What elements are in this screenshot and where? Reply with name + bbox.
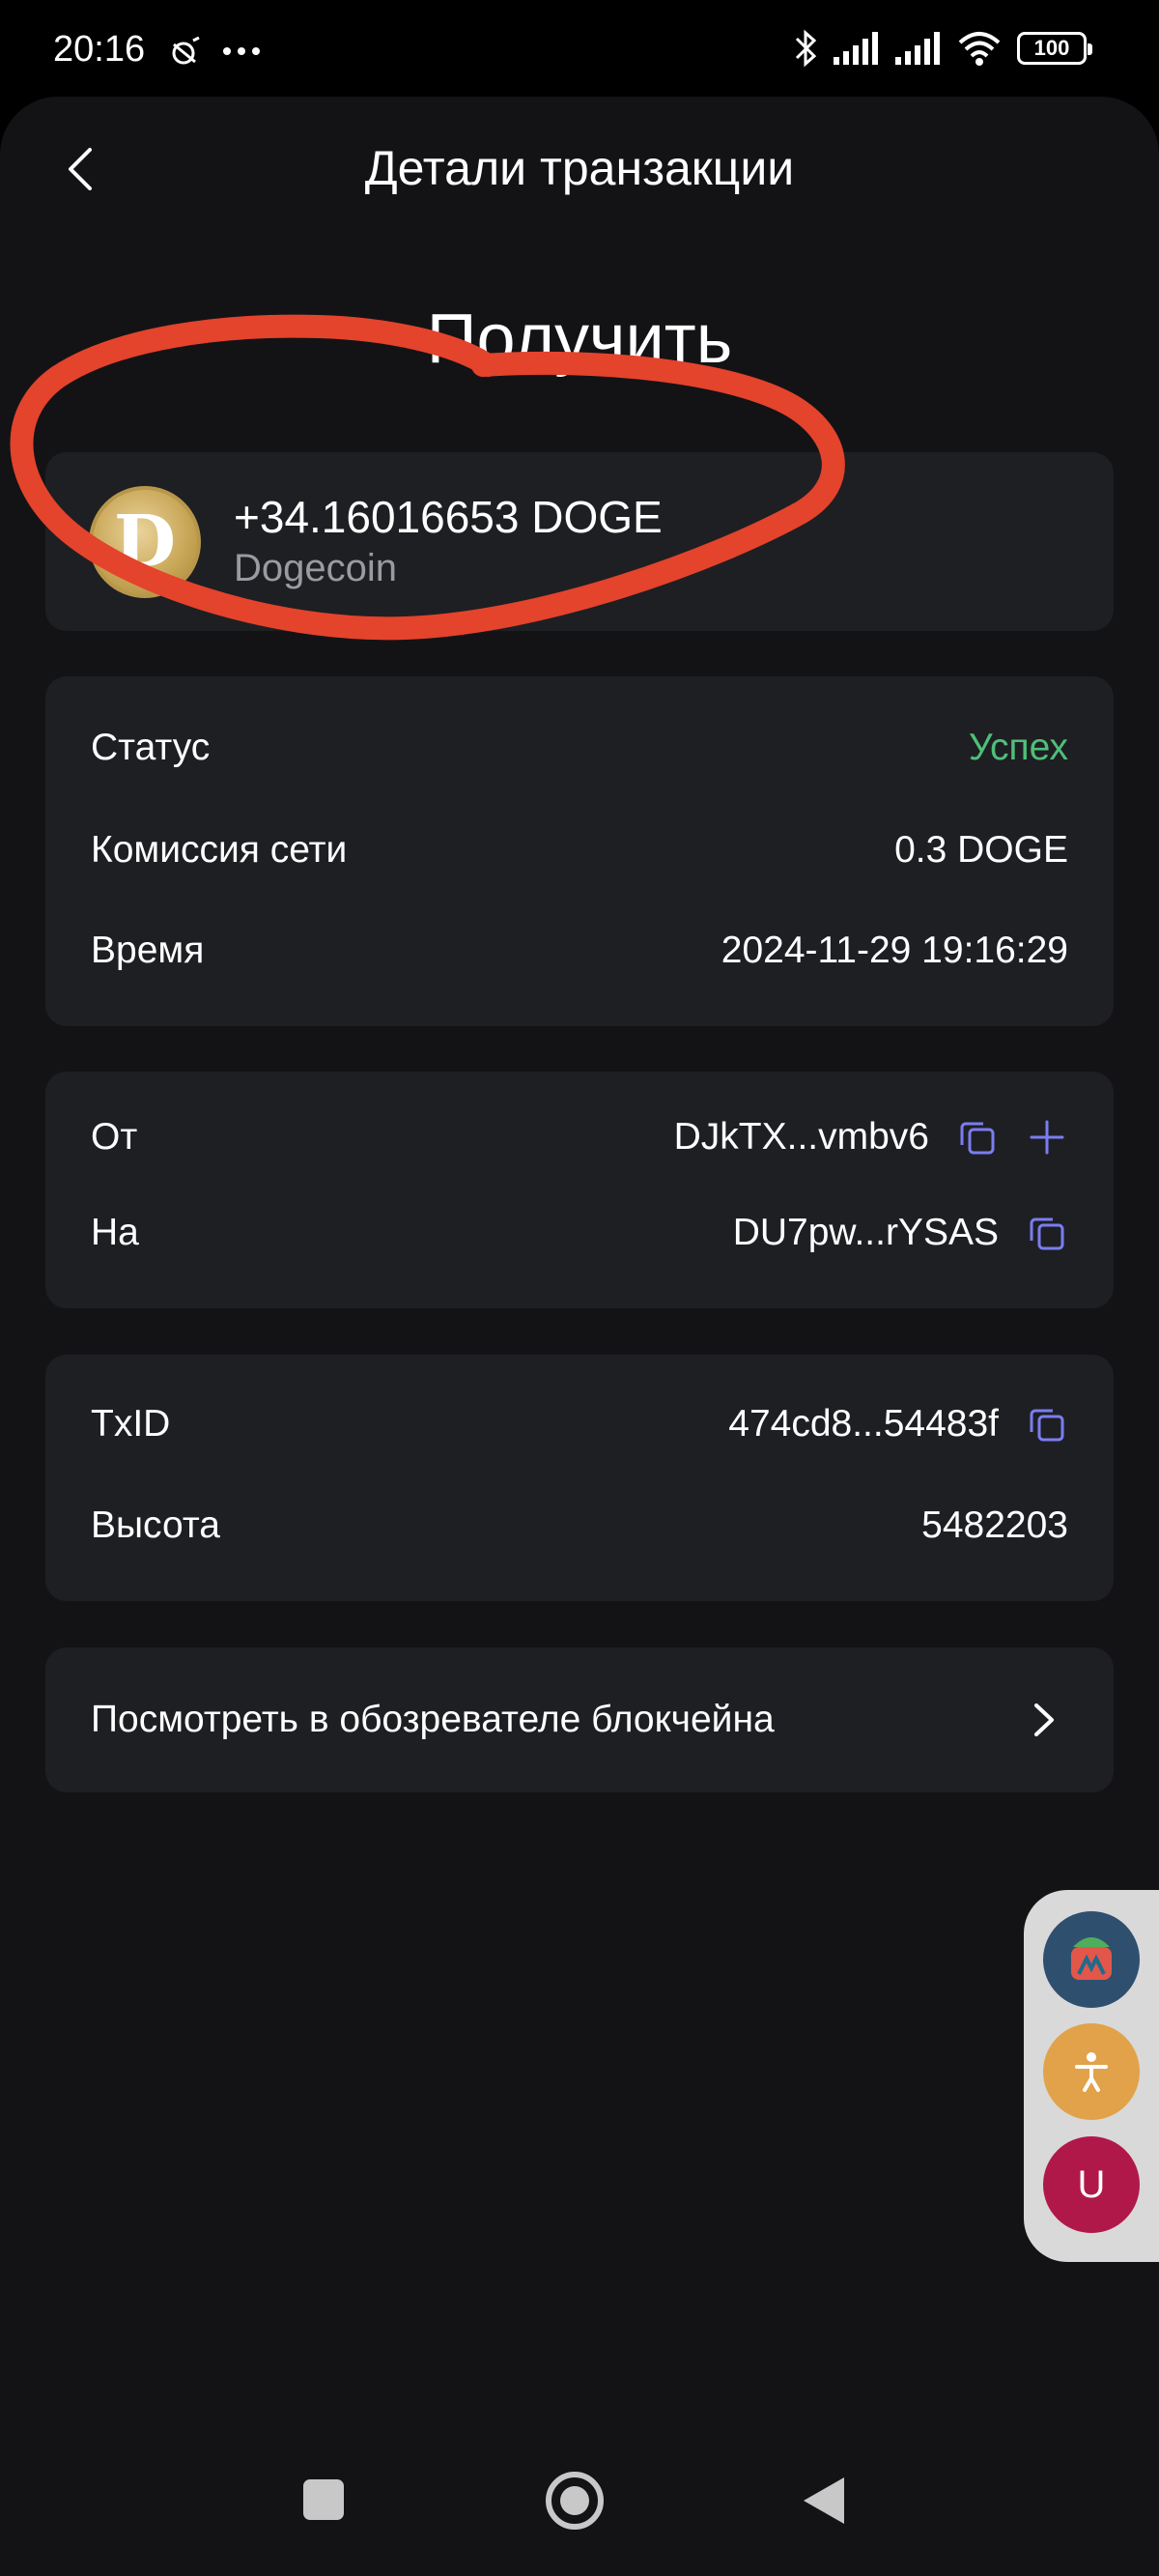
fee-row: Комиссия сети 0.3 DOGE <box>91 829 1068 872</box>
height-value: 5482203 <box>921 1504 1068 1546</box>
accessibility-shortcut[interactable] <box>1043 2023 1140 2120</box>
status-bar: 20:16 100 <box>0 0 1159 97</box>
bluetooth-icon <box>795 29 817 68</box>
status-label: Статус <box>91 727 211 768</box>
status-row: Статус Успех <box>91 727 1068 769</box>
coin-name: Dogecoin <box>234 547 398 589</box>
more-icon <box>223 47 260 55</box>
signal-icon-1 <box>834 32 878 65</box>
height-row: Высота 5482203 <box>91 1504 1068 1547</box>
details-card: Статус Успех Комиссия сети 0.3 DOGE Врем… <box>45 676 1114 1026</box>
from-label: От <box>91 1116 138 1158</box>
txid-card: TxID 474cd8...54483f Высота 5482203 <box>45 1355 1114 1601</box>
notification-icon <box>172 37 200 65</box>
txid-value: 474cd8...54483f <box>728 1403 999 1445</box>
from-row: От DJkTX...vmbv6 <box>91 1116 1068 1159</box>
dogecoin-logo-icon: D <box>89 486 201 598</box>
nav-back-button[interactable] <box>804 2477 844 2524</box>
status-badge: Успех <box>968 727 1068 768</box>
ui-app-letter: U <box>1077 2162 1106 2206</box>
time-label: Время <box>91 930 205 971</box>
accessibility-icon <box>1075 2052 1108 2092</box>
copy-icon[interactable] <box>956 1116 999 1159</box>
txid-label: TxID <box>91 1403 171 1445</box>
copy-icon[interactable] <box>1026 1212 1068 1254</box>
copy-icon[interactable] <box>1026 1403 1068 1445</box>
from-address: DJkTX...vmbv6 <box>673 1116 929 1158</box>
amount-card: D +34.16016653 DOGE Dogecoin <box>45 452 1114 631</box>
screen: Детали транзакции Получить D +34.1601665… <box>0 97 1159 2576</box>
txid-row: TxID 474cd8...54483f <box>91 1403 1068 1445</box>
navigation-bar <box>0 2441 1159 2576</box>
android-icon <box>1071 1937 1112 1980</box>
fee-value: 0.3 DOGE <box>894 829 1068 871</box>
to-label: На <box>91 1212 139 1253</box>
page-title: Детали транзакции <box>364 141 795 195</box>
to-row: На DU7pw...rYSAS <box>91 1212 1068 1254</box>
time-row: Время 2024-11-29 19:16:29 <box>91 930 1068 972</box>
add-contact-icon[interactable] <box>1026 1116 1068 1159</box>
header: Детали транзакции <box>0 97 1159 242</box>
status-left-icons <box>166 37 261 66</box>
to-value-group: DU7pw...rYSAS <box>733 1212 1068 1254</box>
height-label: Высота <box>91 1504 220 1546</box>
time-value: 2024-11-29 19:16:29 <box>721 930 1068 971</box>
floating-app-panel: U <box>1024 1890 1159 2262</box>
status-time: 20:16 <box>53 29 146 70</box>
home-button[interactable] <box>546 2472 604 2530</box>
coin-letter: D <box>113 501 177 584</box>
status-right-icons: 100 <box>793 29 1092 68</box>
signal-icon-2 <box>895 32 940 65</box>
from-value-group: DJkTX...vmbv6 <box>674 1116 1068 1159</box>
view-in-explorer-button[interactable]: Посмотреть в обозревателе блокчейна <box>45 1647 1114 1792</box>
txid-value-group: 474cd8...54483f <box>728 1403 1068 1445</box>
recent-apps-button[interactable] <box>303 2479 344 2520</box>
addresses-card: От DJkTX...vmbv6 На DU7pw...rYSAS <box>45 1072 1114 1308</box>
amount-value: +34.16016653 DOGE <box>234 492 663 542</box>
chevron-right-icon <box>1034 1703 1054 1736</box>
fee-label: Комиссия сети <box>91 829 348 871</box>
ui-app-shortcut[interactable]: U <box>1043 2136 1140 2233</box>
to-address: DU7pw...rYSAS <box>732 1212 999 1253</box>
android-app-shortcut[interactable] <box>1043 1911 1140 2008</box>
battery-icon: 100 <box>1017 32 1092 65</box>
wifi-icon <box>958 32 1001 66</box>
transaction-type-heading: Получить <box>426 301 733 378</box>
explorer-label: Посмотреть в обозревателе блокчейна <box>91 1699 775 1740</box>
